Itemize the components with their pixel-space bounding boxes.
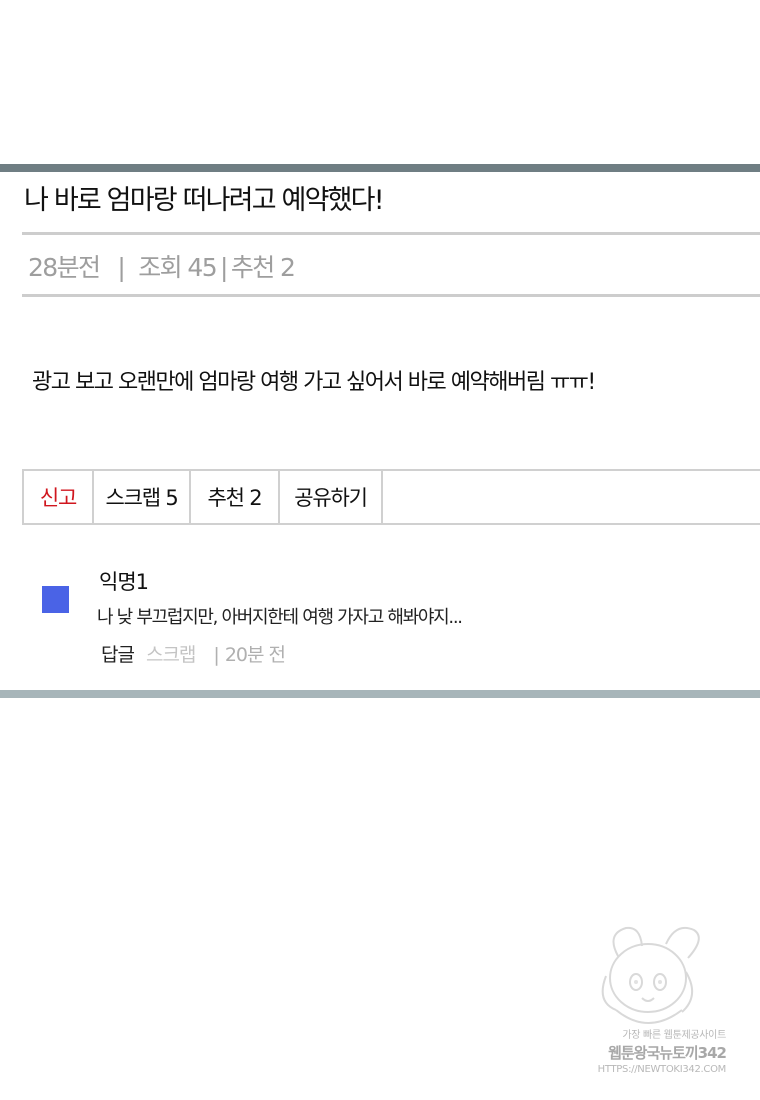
post-bottom-divider [0,690,760,698]
share-button[interactable]: 공유하기 [280,471,383,523]
comment-reply-button[interactable]: 답글 [101,644,135,666]
comment-time: 20분 전 [224,644,286,666]
meta-separator: | [220,253,228,282]
comment-avatar [42,586,69,613]
post-top-divider [0,164,760,172]
comment-meta: 답글 스크랩 | 20분 전 [101,640,286,667]
post-title: 나 바로 엄마랑 떠나려고 예약했다! [24,185,385,216]
meta-separator: | [213,644,219,666]
comment-text: 나 낮 부끄럽지만, 아버지한테 여행 가자고 해봐야지... [97,607,463,628]
recommend-label: 추천 [230,253,275,282]
post-action-bar: 신고 스크랩 5 추천 2 공유하기 [22,469,760,525]
views-count: 45 [187,253,217,282]
title-divider [22,232,760,235]
watermark-line3: HTTPS://NEWTOKI342.COM [597,1064,727,1075]
report-button[interactable]: 신고 [24,471,94,523]
post-meta: 28분전 | 조회 45 | 추천 2 [28,248,296,284]
meta-separator: | [117,253,125,282]
views-label: 조회 [138,253,182,282]
watermark-line2: 웹툰왕국뉴토끼342 [608,1044,727,1062]
scrap-button[interactable]: 스크랩 5 [94,471,191,523]
recommend-count: 2 [280,253,296,282]
meta-divider [22,294,760,297]
recommend-button[interactable]: 추천 2 [191,471,280,523]
watermark-line1: 가장 빠른 웹툰제공사이트 [622,1030,726,1041]
post-time: 28분전 [28,253,101,282]
post-body: 광고 보고 오랜만에 엄마랑 여행 가고 싶어서 바로 예약해버림 ㅠㅠ! [32,370,596,395]
comment-scrap-button[interactable]: 스크랩 [146,644,196,666]
comment-author: 익명1 [99,570,149,594]
